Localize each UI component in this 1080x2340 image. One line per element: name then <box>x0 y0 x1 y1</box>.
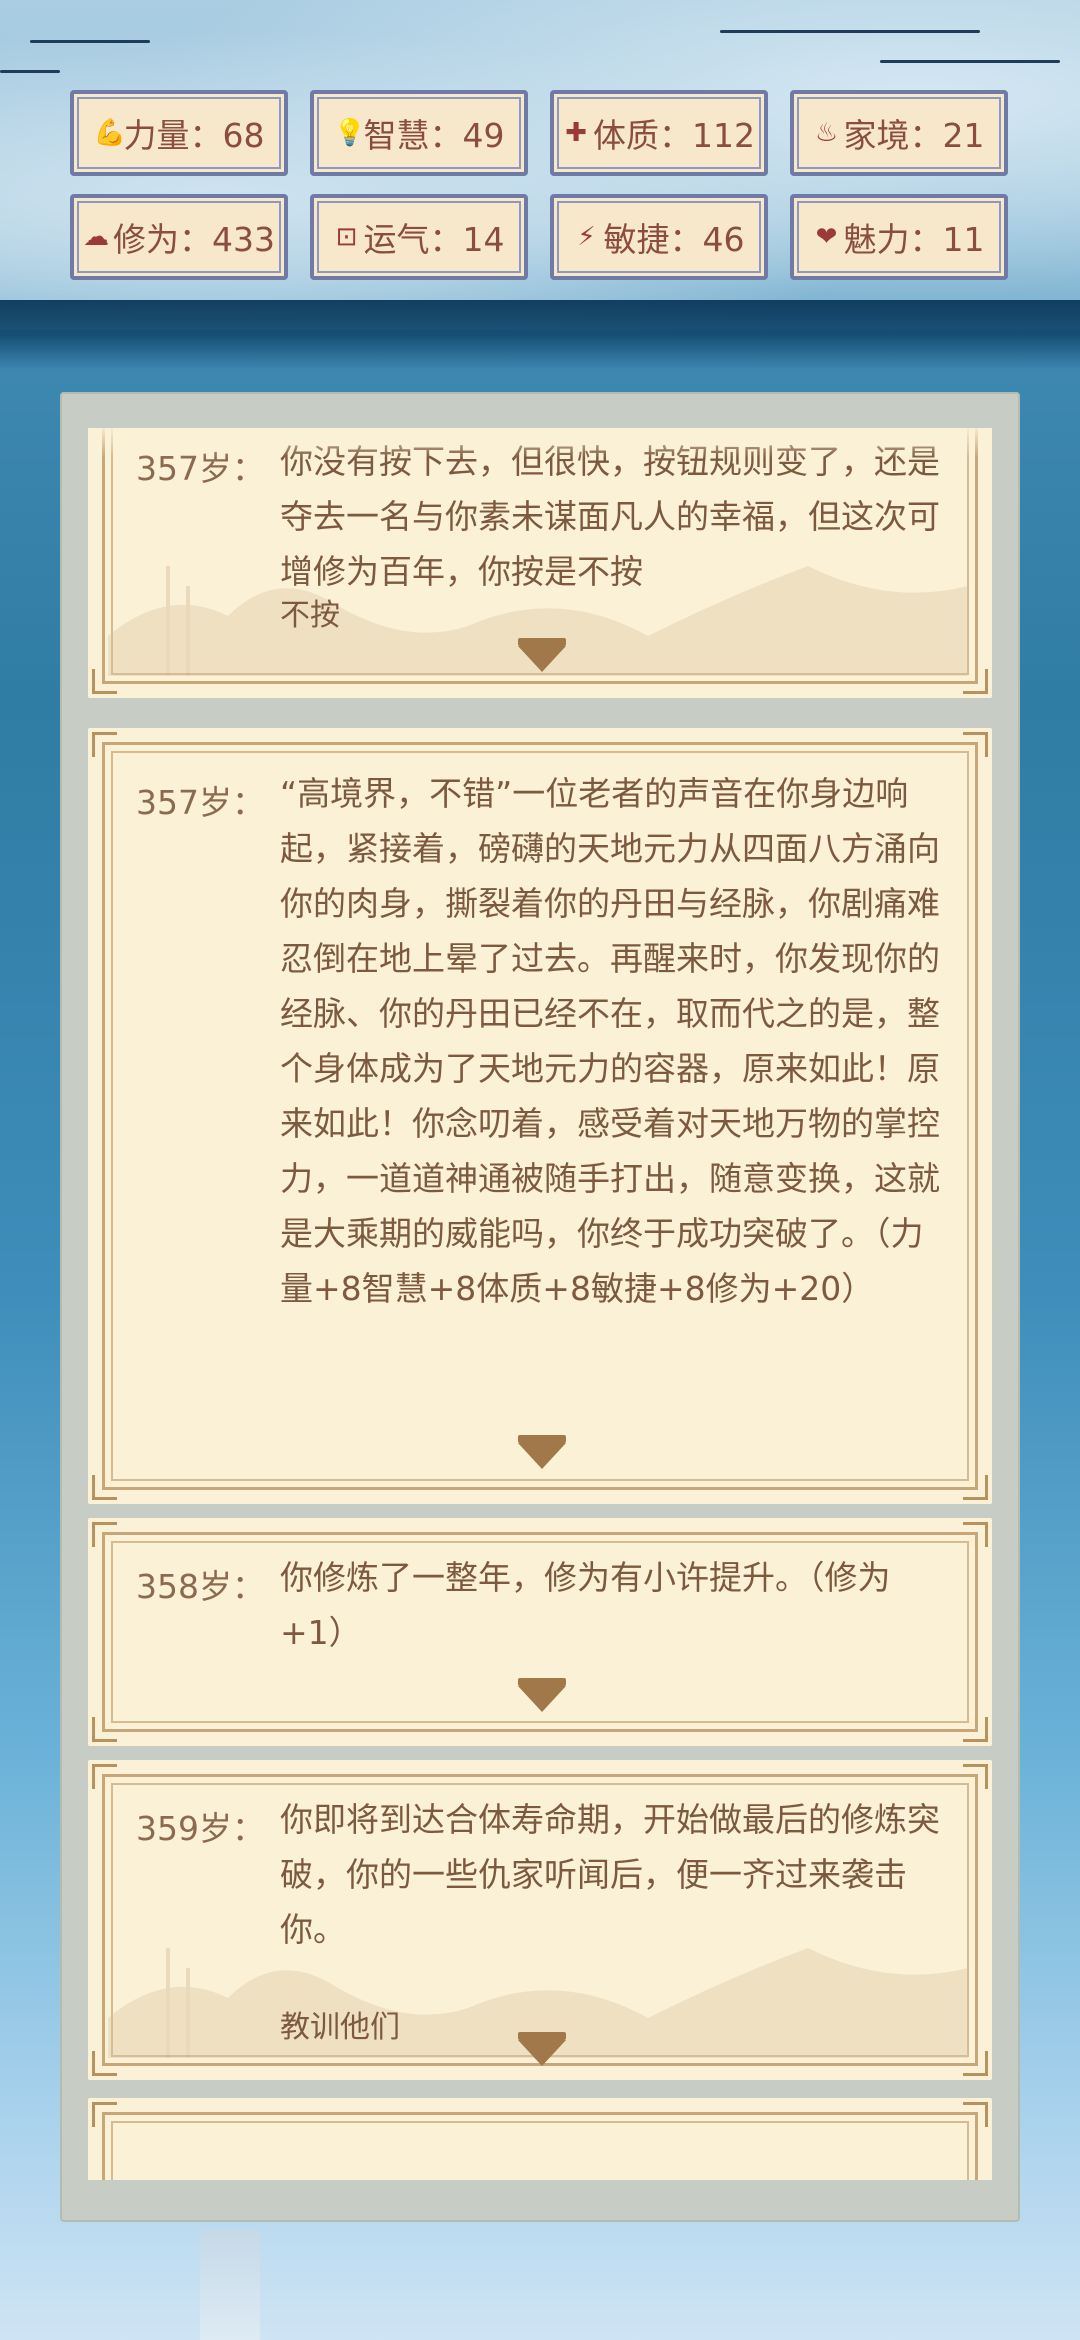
event-card: 359岁： 你即将到达合体寿命期，开始做最后的修炼突破，你的一些仇家听闻后，便一… <box>88 1760 992 2080</box>
frame-corner <box>92 2102 117 2127</box>
event-text: “高境界，不错”一位老者的声音在你身边响起，紧接着，磅礴的天地元力从四面八方涌向… <box>280 774 940 1308</box>
stat-label: 修为：433 <box>113 220 275 259</box>
wisdom-icon: 💡 <box>333 118 366 148</box>
event-card <box>88 2098 992 2180</box>
frame-corner <box>963 1764 988 1789</box>
cloud-line-decoration <box>720 30 980 33</box>
frame-corner <box>92 1764 117 1789</box>
frame-corner <box>963 732 988 757</box>
stat-label: 魅力：11 <box>843 220 985 259</box>
stat-charm: ❤ 魅力：11 <box>790 194 1008 280</box>
event-age: 358岁： <box>136 1567 265 1606</box>
stat-label: 运气：14 <box>363 220 505 259</box>
stat-label: 家境：21 <box>843 116 985 155</box>
cloud-line-decoration <box>880 60 1060 63</box>
expand-arrow-icon[interactable] <box>518 1678 566 1712</box>
family-icon: ♨ <box>814 118 839 148</box>
cloud-line-decoration <box>0 70 60 73</box>
agility-icon: ⚡ <box>577 222 596 252</box>
frame-corner <box>963 2102 988 2127</box>
stat-label: 力量：68 <box>123 116 265 155</box>
card-frame <box>102 2112 978 2180</box>
event-choice[interactable]: 不按 <box>280 590 340 634</box>
event-card: 357岁： 你没有按下去，但很快，按钮规则变了，还是夺去一名与你素未谋面凡人的幸… <box>88 428 992 698</box>
strength-icon: 💪 <box>93 118 126 148</box>
stat-cultivation: ☁ 修为：433 <box>70 194 288 280</box>
cultivation-icon: ☁ <box>83 222 109 252</box>
expand-arrow-icon[interactable] <box>518 1435 566 1469</box>
event-text: 你即将到达合体寿命期，开始做最后的修炼突破，你的一些仇家听闻后，便一齐过来袭击你… <box>280 1800 940 1949</box>
stat-strength: 💪 力量：68 <box>70 90 288 176</box>
frame-corner <box>92 732 117 757</box>
pagoda-silhouette <box>200 2230 260 2340</box>
event-card: 357岁： “高境界，不错”一位老者的声音在你身边响起，紧接着，磅礴的天地元力从… <box>88 728 992 1504</box>
stat-agility: ⚡ 敏捷：46 <box>550 194 768 280</box>
frame-corner <box>963 1522 988 1547</box>
cloud-line-decoration <box>30 40 150 43</box>
charm-icon: ❤ <box>815 222 838 252</box>
luck-icon: ⊡ <box>335 222 358 252</box>
event-choice[interactable]: 教训他们 <box>280 2002 400 2046</box>
expand-arrow-icon[interactable] <box>518 638 566 672</box>
stat-label: 敏捷：46 <box>603 220 745 259</box>
frame-corner <box>92 1717 117 1742</box>
stat-luck: ⊡ 运气：14 <box>310 194 528 280</box>
event-log-scroll[interactable]: 357岁： 你没有按下去，但很快，按钮规则变了，还是夺去一名与你素未谋面凡人的幸… <box>88 428 992 2180</box>
event-text: 你没有按下去，但很快，按钮规则变了，还是夺去一名与你素未谋面凡人的幸福，但这次可… <box>280 442 940 591</box>
constitution-icon: ✚ <box>565 118 587 148</box>
frame-corner <box>963 1717 988 1742</box>
stat-constitution: ✚ 体质：112 <box>550 90 768 176</box>
frame-corner <box>92 1522 117 1547</box>
frame-corner <box>963 1475 988 1500</box>
event-age: 359岁： <box>136 1809 265 1848</box>
ink-wash-band <box>0 300 1080 370</box>
stat-wisdom: 💡 智慧：49 <box>310 90 528 176</box>
event-age: 357岁： <box>136 449 265 488</box>
expand-arrow-icon[interactable] <box>518 2032 566 2066</box>
stat-label: 体质：112 <box>593 116 755 155</box>
event-card: 358岁： 你修炼了一整年，修为有小许提升。（修为+1） <box>88 1518 992 1746</box>
stat-label: 智慧：49 <box>363 116 505 155</box>
frame-corner <box>92 1475 117 1500</box>
event-age: 357岁： <box>136 783 265 822</box>
event-text: 你修炼了一整年，修为有小许提升。（修为+1） <box>280 1558 891 1652</box>
stat-family: ♨ 家境：21 <box>790 90 1008 176</box>
